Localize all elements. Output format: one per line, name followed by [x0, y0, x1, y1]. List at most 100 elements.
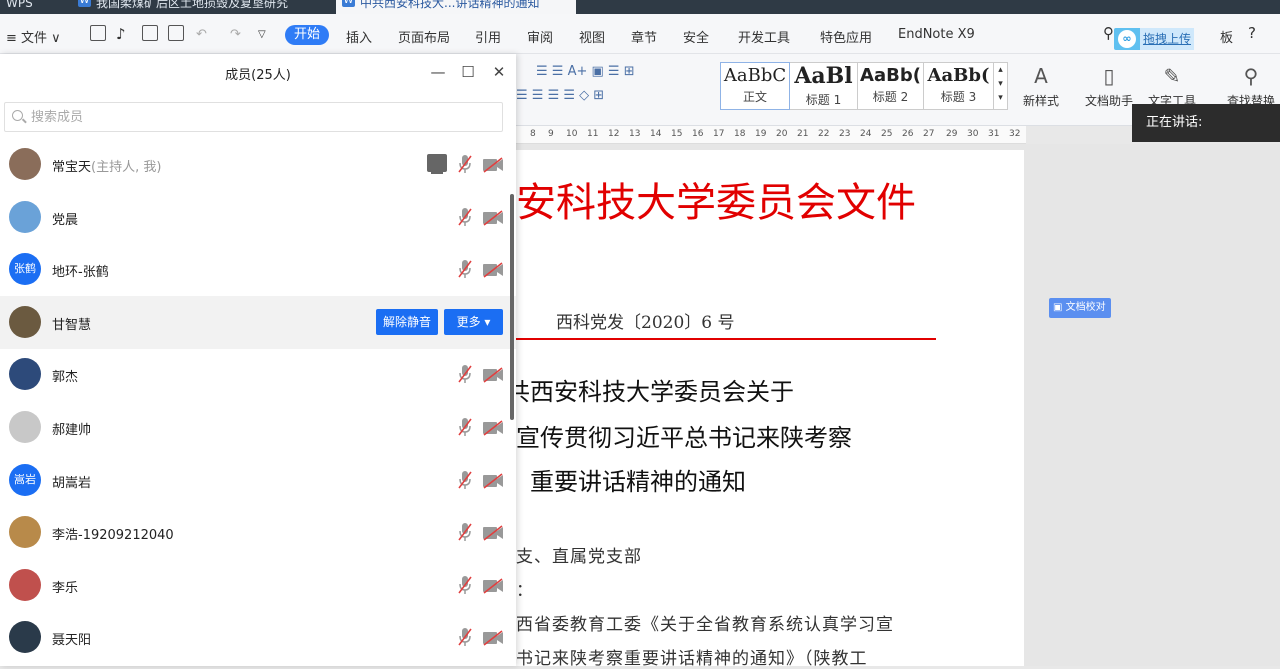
- member-name: 郝建帅: [52, 419, 91, 438]
- ruler-mark: 14: [650, 129, 662, 139]
- print-preview-icon[interactable]: [168, 25, 184, 41]
- avatar: [9, 568, 41, 601]
- ruler-mark: 24: [860, 129, 872, 139]
- tab-references[interactable]: 引用: [475, 27, 501, 46]
- mic-muted-icon[interactable]: [458, 364, 472, 384]
- member-name-text: 李乐: [52, 580, 79, 596]
- style-heading-2[interactable]: AaBb( 标题 2: [858, 62, 924, 110]
- tool-label: 新样式: [1022, 94, 1059, 108]
- quick-access-dropdown-icon[interactable]: ▽: [258, 29, 266, 40]
- member-row[interactable]: 郭杰: [0, 348, 516, 401]
- tab-chapter[interactable]: 章节: [631, 27, 657, 46]
- redo-icon[interactable]: ↷: [230, 27, 241, 42]
- tab-developer[interactable]: 开发工具: [738, 27, 790, 46]
- mic-muted-icon[interactable]: [458, 259, 472, 279]
- member-row[interactable]: 李乐: [0, 559, 516, 612]
- document-red-header: 安科技大学委员会文件: [516, 180, 916, 226]
- avatar: 嵩岩: [9, 463, 41, 496]
- style-heading-1[interactable]: AaBl 标题 1: [790, 62, 858, 110]
- style-normal[interactable]: AaBbC 正文: [720, 62, 790, 110]
- member-row[interactable]: 李浩-19209212040: [0, 506, 516, 559]
- find-replace-button[interactable]: ⚲ 查找替换: [1222, 64, 1280, 109]
- numbering-icon[interactable]: ☰ ☰ A+ ▣ ☰ ⊞: [536, 64, 635, 79]
- help-icon[interactable]: ?: [1248, 24, 1256, 42]
- document-heading-line: 共西安科技大学委员会关于: [506, 378, 794, 406]
- mic-muted-icon[interactable]: [458, 154, 472, 174]
- upload-drop-zone[interactable]: ∞ 拖拽上传: [1114, 28, 1194, 50]
- mic-muted-icon[interactable]: [458, 522, 472, 542]
- tab-label: 我国柔煤矿后区土地损毁及复垦研究: [96, 0, 289, 10]
- tab-view[interactable]: 视图: [579, 27, 605, 46]
- undo-icon[interactable]: ↶: [196, 27, 207, 42]
- ruler-mark: 30: [967, 129, 979, 139]
- ruler-mark: 15: [671, 129, 683, 139]
- member-row[interactable]: 甘智慧 解除静音 更多 ▾: [0, 295, 516, 349]
- style-sample: AaBl: [794, 63, 853, 89]
- mic-muted-icon[interactable]: [458, 207, 472, 227]
- styles-scroll-icon[interactable]: ▴ ▾ ▾: [994, 62, 1008, 110]
- unmute-button[interactable]: 解除静音: [376, 308, 438, 335]
- print-icon[interactable]: [142, 25, 158, 41]
- tab-insert[interactable]: 插入: [346, 27, 372, 46]
- search-icon[interactable]: ⚲: [1103, 24, 1114, 42]
- maximize-icon[interactable]: ☐: [456, 60, 480, 84]
- avatar: [9, 411, 41, 443]
- format-painter-icon[interactable]: ♪: [116, 25, 126, 43]
- mic-muted-icon[interactable]: [458, 627, 472, 647]
- member-name: 胡嵩岩: [52, 472, 91, 491]
- tab-wps[interactable]: WPS: [0, 0, 68, 14]
- member-row[interactable]: 聂天阳: [0, 611, 516, 664]
- avatar: [9, 516, 41, 549]
- ruler-mark: 21: [797, 129, 809, 139]
- upload-label: 拖拽上传: [1140, 28, 1194, 50]
- member-row[interactable]: 党晨: [0, 191, 516, 244]
- speaking-indicator: 正在讲话:: [1132, 104, 1280, 142]
- baidu-cloud-icon: ∞: [1118, 30, 1136, 48]
- member-row[interactable]: 嵩岩 胡嵩岩: [0, 454, 516, 507]
- style-name: 标题 1: [805, 93, 842, 107]
- tab-page-layout[interactable]: 页面布局: [398, 27, 450, 46]
- member-name: 李浩-19209212040: [52, 524, 174, 543]
- mic-muted-icon[interactable]: [458, 575, 472, 595]
- minimize-icon[interactable]: —: [426, 60, 450, 84]
- horizontal-ruler[interactable]: 8 9 10 11 12 13 14 15 16 17 18 19 20 21 …: [516, 126, 1026, 144]
- text-tools-button[interactable]: ✎ 文字工具: [1140, 64, 1204, 109]
- file-menu[interactable]: ≡ 文件 ∨: [6, 27, 61, 46]
- tab-endnote[interactable]: EndNote X9: [898, 27, 975, 42]
- camera-off-icon[interactable]: [482, 578, 504, 594]
- tab-security[interactable]: 安全: [683, 27, 709, 46]
- panel-header: 成员(25人) — ☐ ✕: [0, 54, 516, 90]
- tab-start[interactable]: 开始: [285, 25, 329, 45]
- member-role: (主持人, 我): [91, 160, 162, 175]
- close-icon[interactable]: ✕: [487, 60, 511, 84]
- screen-share-icon[interactable]: [427, 154, 447, 174]
- search-input[interactable]: [31, 107, 491, 127]
- more-button[interactable]: 更多 ▾: [444, 308, 503, 335]
- doc-check-button[interactable]: ▣ 文档校对: [1049, 298, 1111, 318]
- tab-document-1[interactable]: W 我国柔煤矿后区土地损毁及复垦研究: [72, 0, 332, 14]
- camera-off-icon[interactable]: [482, 367, 504, 384]
- member-search[interactable]: [4, 102, 503, 132]
- style-heading-3[interactable]: AaBb( 标题 3: [924, 62, 994, 110]
- member-row[interactable]: 郝建帅: [0, 401, 516, 454]
- mic-muted-icon[interactable]: [458, 417, 472, 437]
- new-style-button[interactable]: A 新样式: [1014, 64, 1068, 109]
- scrollbar[interactable]: [510, 194, 514, 420]
- tab-document-2[interactable]: W 中共西安科技大...讲话精神的通知: [336, 0, 576, 14]
- mic-muted-icon[interactable]: [458, 470, 472, 490]
- member-row[interactable]: 常宝天(主持人, 我): [0, 138, 516, 191]
- camera-off-icon[interactable]: [482, 209, 504, 226]
- member-row[interactable]: 张鹤 地环-张鹤: [0, 243, 516, 296]
- camera-off-icon[interactable]: [482, 525, 504, 541]
- ruler-mark: 8: [530, 129, 536, 139]
- camera-off-icon[interactable]: [482, 157, 504, 173]
- tab-review[interactable]: 审阅: [527, 27, 553, 46]
- camera-off-icon[interactable]: [482, 420, 504, 436]
- alignment-icon[interactable]: ☰ ☰ ☰ ☰ ◇ ⊞: [516, 88, 604, 103]
- camera-off-icon[interactable]: [482, 262, 504, 278]
- save-icon[interactable]: [90, 25, 106, 41]
- doc-assistant-button[interactable]: ▯ 文档助手: [1082, 64, 1136, 109]
- tab-features[interactable]: 特色应用: [820, 27, 872, 46]
- camera-off-icon[interactable]: [482, 472, 504, 489]
- camera-off-icon[interactable]: [482, 630, 504, 647]
